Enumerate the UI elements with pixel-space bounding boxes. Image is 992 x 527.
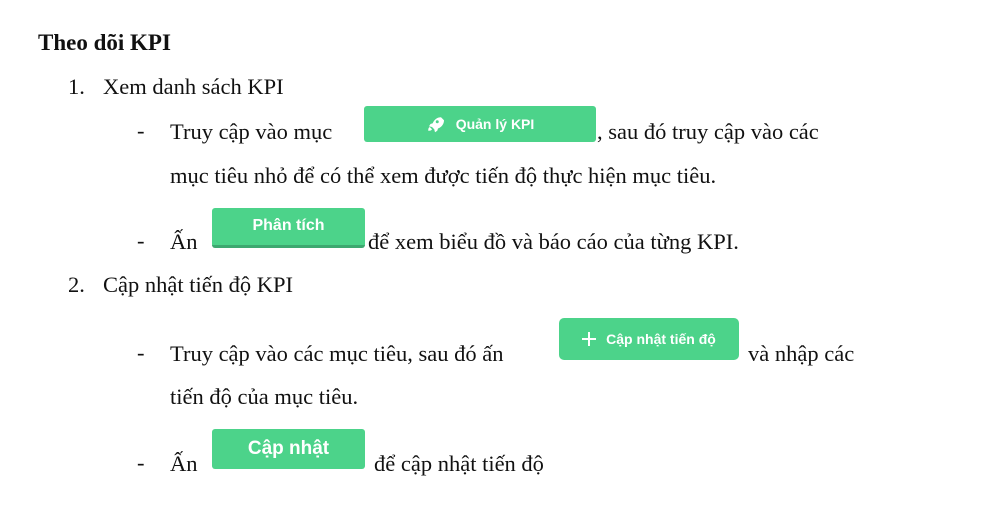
page-title: Theo dõi KPI	[38, 30, 171, 55]
cap-nhat-tien-do-button[interactable]: Cập nhật tiến độ	[559, 318, 739, 360]
bullet-text-line2: mục tiêu nhỏ để có thể xem được tiến độ …	[170, 163, 717, 188]
bullet-dash: -	[137, 450, 145, 475]
bullet-dash: -	[137, 118, 145, 143]
section-2-number: 2.	[68, 272, 85, 297]
section-1-title: Xem danh sách KPI	[103, 74, 284, 99]
bullet-text: , sau đó truy cập vào các	[597, 119, 819, 144]
bullet-dash: -	[137, 340, 145, 365]
bullet-text: Truy cập vào các mục tiêu, sau đó ấn	[170, 341, 504, 366]
bullet-text: để xem biểu đồ và báo cáo của từng KPI.	[368, 229, 739, 254]
section-2-title: Cập nhật tiến độ KPI	[103, 272, 293, 297]
cap-nhat-button[interactable]: Cập nhật	[212, 429, 365, 469]
bullet-text: Ấn	[170, 229, 198, 254]
plus-icon	[582, 332, 597, 346]
quan-ly-kpi-button[interactable]: Quản lý KPI	[364, 106, 596, 142]
button-label: Cập nhật	[247, 438, 330, 459]
phan-tich-button[interactable]: Phân tích	[212, 208, 365, 248]
rocket-icon	[426, 115, 444, 133]
button-label: Quản lý KPI	[455, 116, 535, 132]
button-label: Cập nhật tiến độ	[606, 331, 716, 347]
bullet-text: để cập nhật tiến độ	[374, 451, 544, 476]
button-label: Phân tích	[252, 217, 325, 234]
bullet-text: và nhập các	[748, 341, 855, 366]
bullet-text: Truy cập vào mục	[170, 119, 333, 144]
section-1-number: 1.	[68, 74, 85, 99]
bullet-text: Ấn	[170, 451, 198, 476]
bullet-text-line2: tiến độ của mục tiêu.	[170, 384, 359, 409]
bullet-dash: -	[137, 228, 145, 253]
